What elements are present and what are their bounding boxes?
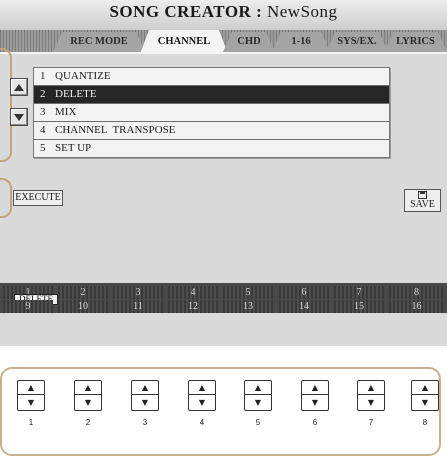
down-arrow-icon	[14, 113, 24, 121]
scroll-up-button[interactable]	[10, 78, 28, 96]
side-bracket-execute	[0, 178, 12, 218]
channel-9[interactable]: 9	[3, 300, 53, 313]
channel-8[interactable]: 8	[389, 286, 444, 299]
execute-button[interactable]: EXECUTE	[13, 190, 63, 206]
menu-item-label: SET UP	[55, 142, 92, 154]
channel-3[interactable]: 3	[113, 286, 163, 299]
hw-button-pair-2: ▲ ▼ 2	[74, 380, 102, 427]
channel-4[interactable]: 4	[168, 286, 218, 299]
hw-up-button-2[interactable]: ▲	[74, 380, 102, 395]
hw-button-pair-8: ▲ ▼ 8	[411, 380, 439, 427]
hw-button-label: 2	[85, 418, 91, 427]
song-name: NewSong	[266, 2, 338, 21]
tab-rec-mode[interactable]: REC MODE	[53, 32, 145, 52]
menu-item-label: CHANNEL TRANSPOSE	[55, 124, 176, 136]
channel-15[interactable]: 15	[334, 300, 384, 313]
hw-up-button-3[interactable]: ▲	[131, 380, 159, 395]
menu-item-label: MIX	[55, 106, 77, 118]
menu-item-number: 1	[40, 70, 46, 82]
menu-item-mix[interactable]: 3 MIX	[34, 104, 389, 122]
channel-7[interactable]: 7	[334, 286, 384, 299]
hw-down-button-5[interactable]: ▼	[244, 395, 272, 411]
menu-item-number: 5	[40, 142, 46, 154]
channel-6[interactable]: 6	[279, 286, 329, 299]
channel-14[interactable]: 14	[279, 300, 329, 313]
tab-lyrics[interactable]: LYRICS	[384, 32, 447, 52]
menu-item-label: DELETE	[55, 88, 97, 100]
hw-button-pair-1: ▲ ▼ 1	[17, 380, 45, 427]
hw-down-button-1[interactable]: ▼	[17, 395, 45, 411]
hw-button-pair-3: ▲ ▼ 3	[131, 380, 159, 427]
menu-item-channel-transpose[interactable]: 4 CHANNEL TRANSPOSE	[34, 122, 389, 140]
hw-up-button-7[interactable]: ▲	[357, 380, 385, 395]
hw-down-button-3[interactable]: ▼	[131, 395, 159, 411]
menu-item-label: QUANTIZE	[55, 70, 111, 82]
hw-up-button-1[interactable]: ▲	[17, 380, 45, 395]
tab-channel[interactable]: CHANNEL	[140, 30, 228, 54]
menu-item-set-up[interactable]: 5 SET UP	[34, 140, 389, 157]
hw-down-button-2[interactable]: ▼	[74, 395, 102, 411]
channel-10[interactable]: 10	[58, 300, 108, 313]
hw-button-pair-6: ▲ ▼ 6	[301, 380, 329, 427]
channel-16[interactable]: 16	[389, 300, 444, 313]
hw-button-label: 1	[28, 418, 34, 427]
hw-down-button-6[interactable]: ▼	[301, 395, 329, 411]
menu-list: 1 QUANTIZE 2 DELETE 3 MIX 4 CHANNEL TRAN…	[33, 67, 390, 158]
tab-sys-ex[interactable]: SYS/EX.	[326, 32, 388, 52]
hw-up-button-6[interactable]: ▲	[301, 380, 329, 395]
menu-item-number: 3	[40, 106, 46, 118]
hw-button-label: 3	[142, 418, 148, 427]
tab-1-16[interactable]: 1-16	[272, 32, 330, 52]
hw-button-label: 8	[422, 418, 428, 427]
up-arrow-icon	[14, 83, 24, 91]
floppy-disk-icon	[418, 191, 427, 199]
hw-down-button-8[interactable]: ▼	[411, 395, 439, 411]
channel-13[interactable]: 13	[223, 300, 273, 313]
channel-2[interactable]: 2	[58, 286, 108, 299]
title-prefix: SONG CREATOR :	[109, 2, 267, 21]
scroll-down-button[interactable]	[10, 108, 28, 126]
hw-button-label: 5	[255, 418, 261, 427]
tab-strip: REC MODE CHANNEL CHD 1-16 SYS/EX. LYRICS	[0, 30, 447, 54]
channel-bar: 1 2 3 4 5 6 7 8 DELETE 9 10 11 12 13 14 …	[0, 283, 447, 313]
lcd-screen: SONG CREATOR : NewSong REC MODE CHANNEL …	[0, 0, 447, 346]
hw-button-pair-5: ▲ ▼ 5	[244, 380, 272, 427]
hw-button-label: 7	[368, 418, 374, 427]
hw-button-pair-4: ▲ ▼ 4	[188, 380, 216, 427]
hw-up-button-5[interactable]: ▲	[244, 380, 272, 395]
hw-button-pair-7: ▲ ▼ 7	[357, 380, 385, 427]
channel-12[interactable]: 12	[168, 300, 218, 313]
menu-item-quantize[interactable]: 1 QUANTIZE	[34, 68, 389, 86]
hw-button-label: 4	[199, 418, 205, 427]
hw-down-button-7[interactable]: ▼	[357, 395, 385, 411]
channel-11[interactable]: 11	[113, 300, 163, 313]
hw-button-label: 6	[312, 418, 318, 427]
hw-up-button-4[interactable]: ▲	[188, 380, 216, 395]
menu-item-number: 4	[40, 124, 46, 136]
title-bar: SONG CREATOR : NewSong	[0, 0, 447, 30]
side-bracket	[0, 48, 12, 162]
hw-up-button-8[interactable]: ▲	[411, 380, 439, 395]
tab-chd[interactable]: CHD	[223, 32, 275, 52]
save-button[interactable]: SAVE	[404, 189, 441, 212]
channel-5[interactable]: 5	[223, 286, 273, 299]
page-title: SONG CREATOR : NewSong	[0, 2, 447, 22]
menu-item-number: 2	[40, 88, 46, 100]
menu-item-delete[interactable]: 2 DELETE	[34, 86, 389, 104]
hw-down-button-4[interactable]: ▼	[188, 395, 216, 411]
save-label: SAVE	[410, 199, 435, 210]
